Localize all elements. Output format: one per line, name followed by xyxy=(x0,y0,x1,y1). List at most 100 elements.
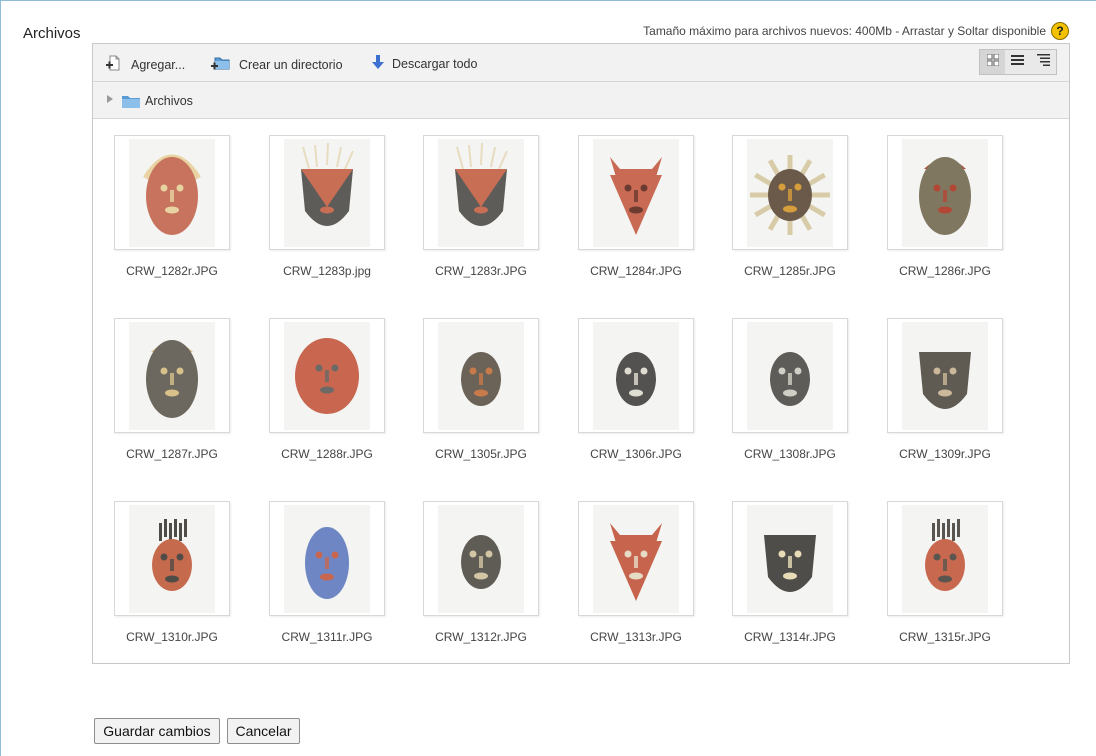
file-thumbnail[interactable] xyxy=(423,318,539,433)
field-label: Archivos xyxy=(23,25,81,42)
file-tile[interactable]: CRW_1286r.JPG xyxy=(887,135,1003,278)
breadcrumb-root[interactable]: Archivos xyxy=(145,94,193,108)
file-manager: Agregar... Crear un directorio Descargar… xyxy=(92,43,1070,664)
file-name[interactable]: CRW_1284r.JPG xyxy=(578,264,694,278)
file-thumbnail[interactable] xyxy=(269,135,385,250)
file-tile[interactable]: CRW_1313r.JPG xyxy=(578,501,694,644)
mask-image xyxy=(747,138,833,247)
folder-icon xyxy=(122,94,140,113)
view-tree-button[interactable] xyxy=(1031,50,1056,74)
file-name[interactable]: CRW_1282r.JPG xyxy=(114,264,230,278)
max-size-info: Tamaño máximo para archivos nuevos: 400M… xyxy=(643,24,1046,38)
mask-image xyxy=(129,504,215,613)
page-border-top xyxy=(0,0,1096,1)
file-name[interactable]: CRW_1305r.JPG xyxy=(423,447,539,461)
file-thumbnail[interactable] xyxy=(114,135,230,250)
create-directory-label: Crear un directorio xyxy=(239,57,343,72)
help-icon[interactable]: ? xyxy=(1051,22,1069,40)
file-thumbnail[interactable] xyxy=(423,135,539,250)
file-name[interactable]: CRW_1310r.JPG xyxy=(114,630,230,644)
file-name[interactable]: CRW_1283r.JPG xyxy=(423,264,539,278)
download-all-label: Descargar todo xyxy=(392,56,478,71)
download-arrow-icon xyxy=(372,54,384,73)
mask-image xyxy=(284,138,370,247)
new-folder-icon xyxy=(211,54,231,75)
mask-image xyxy=(747,321,833,430)
expand-arrow-icon[interactable] xyxy=(107,95,113,103)
file-tile[interactable]: CRW_1284r.JPG xyxy=(578,135,694,278)
file-thumbnail[interactable] xyxy=(578,318,694,433)
download-all-button[interactable]: Descargar todo xyxy=(372,54,477,73)
file-name[interactable]: CRW_1285r.JPG xyxy=(732,264,848,278)
file-name[interactable]: CRW_1283p.jpg xyxy=(269,264,385,278)
file-tile[interactable]: CRW_1282r.JPG xyxy=(114,135,230,278)
file-tile[interactable]: CRW_1310r.JPG xyxy=(114,501,230,644)
add-file-label: Agregar... xyxy=(131,57,186,72)
file-tile[interactable]: CRW_1312r.JPG xyxy=(423,501,539,644)
file-thumbnail[interactable] xyxy=(114,501,230,616)
file-thumbnail[interactable] xyxy=(269,501,385,616)
breadcrumb: Archivos xyxy=(93,82,1069,119)
file-name[interactable]: CRW_1315r.JPG xyxy=(887,630,1003,644)
file-tile[interactable]: CRW_1305r.JPG xyxy=(423,318,539,461)
mask-image xyxy=(438,138,524,247)
file-tile[interactable]: CRW_1309r.JPG xyxy=(887,318,1003,461)
file-name[interactable]: CRW_1312r.JPG xyxy=(423,630,539,644)
file-name[interactable]: CRW_1314r.JPG xyxy=(732,630,848,644)
file-thumbnail[interactable] xyxy=(732,135,848,250)
file-name[interactable]: CRW_1308r.JPG xyxy=(732,447,848,461)
create-directory-button[interactable]: Crear un directorio xyxy=(211,54,343,75)
file-tile[interactable]: CRW_1308r.JPG xyxy=(732,318,848,461)
file-thumbnail[interactable] xyxy=(887,135,1003,250)
file-name[interactable]: CRW_1309r.JPG xyxy=(887,447,1003,461)
file-tile[interactable]: CRW_1283p.jpg xyxy=(269,135,385,278)
file-toolbar: Agregar... Crear un directorio Descargar… xyxy=(93,44,1069,82)
file-tile[interactable]: CRW_1306r.JPG xyxy=(578,318,694,461)
save-changes-button[interactable]: Guardar cambios xyxy=(94,718,220,744)
file-name[interactable]: CRW_1286r.JPG xyxy=(887,264,1003,278)
file-thumbnail[interactable] xyxy=(423,501,539,616)
file-name[interactable]: CRW_1311r.JPG xyxy=(269,630,385,644)
add-file-icon xyxy=(105,54,123,75)
mask-image xyxy=(593,321,679,430)
page-border xyxy=(0,0,1,756)
mask-image xyxy=(902,504,988,613)
grid-view-icon xyxy=(986,53,1000,71)
file-thumbnail[interactable] xyxy=(887,318,1003,433)
file-tile[interactable]: CRW_1311r.JPG xyxy=(269,501,385,644)
file-thumbnail[interactable] xyxy=(887,501,1003,616)
file-name[interactable]: CRW_1306r.JPG xyxy=(578,447,694,461)
view-switcher xyxy=(979,49,1057,75)
mask-image xyxy=(902,138,988,247)
mask-image xyxy=(129,138,215,247)
mask-image xyxy=(129,321,215,430)
add-file-button[interactable]: Agregar... xyxy=(105,54,185,75)
file-thumbnail[interactable] xyxy=(578,135,694,250)
list-view-icon xyxy=(1011,53,1025,71)
tree-view-icon xyxy=(1036,53,1050,71)
file-name[interactable]: CRW_1287r.JPG xyxy=(114,447,230,461)
mask-image xyxy=(593,138,679,247)
file-name[interactable]: CRW_1288r.JPG xyxy=(269,447,385,461)
file-tile[interactable]: CRW_1287r.JPG xyxy=(114,318,230,461)
mask-image xyxy=(747,504,833,613)
file-tile[interactable]: CRW_1314r.JPG xyxy=(732,501,848,644)
mask-image xyxy=(593,504,679,613)
file-thumbnail[interactable] xyxy=(114,318,230,433)
view-icons-button[interactable] xyxy=(980,50,1006,74)
file-thumbnail[interactable] xyxy=(578,501,694,616)
file-tile[interactable]: CRW_1288r.JPG xyxy=(269,318,385,461)
view-list-button[interactable] xyxy=(1005,50,1030,74)
file-tile[interactable]: CRW_1315r.JPG xyxy=(887,501,1003,644)
mask-image xyxy=(284,504,370,613)
file-name[interactable]: CRW_1313r.JPG xyxy=(578,630,694,644)
mask-image xyxy=(902,321,988,430)
file-tile[interactable]: CRW_1283r.JPG xyxy=(423,135,539,278)
file-thumbnail[interactable] xyxy=(269,318,385,433)
file-thumbnail[interactable] xyxy=(732,501,848,616)
mask-image xyxy=(438,504,524,613)
file-tile[interactable]: CRW_1285r.JPG xyxy=(732,135,848,278)
cancel-button[interactable]: Cancelar xyxy=(227,718,300,744)
file-thumbnail[interactable] xyxy=(732,318,848,433)
mask-image xyxy=(438,321,524,430)
